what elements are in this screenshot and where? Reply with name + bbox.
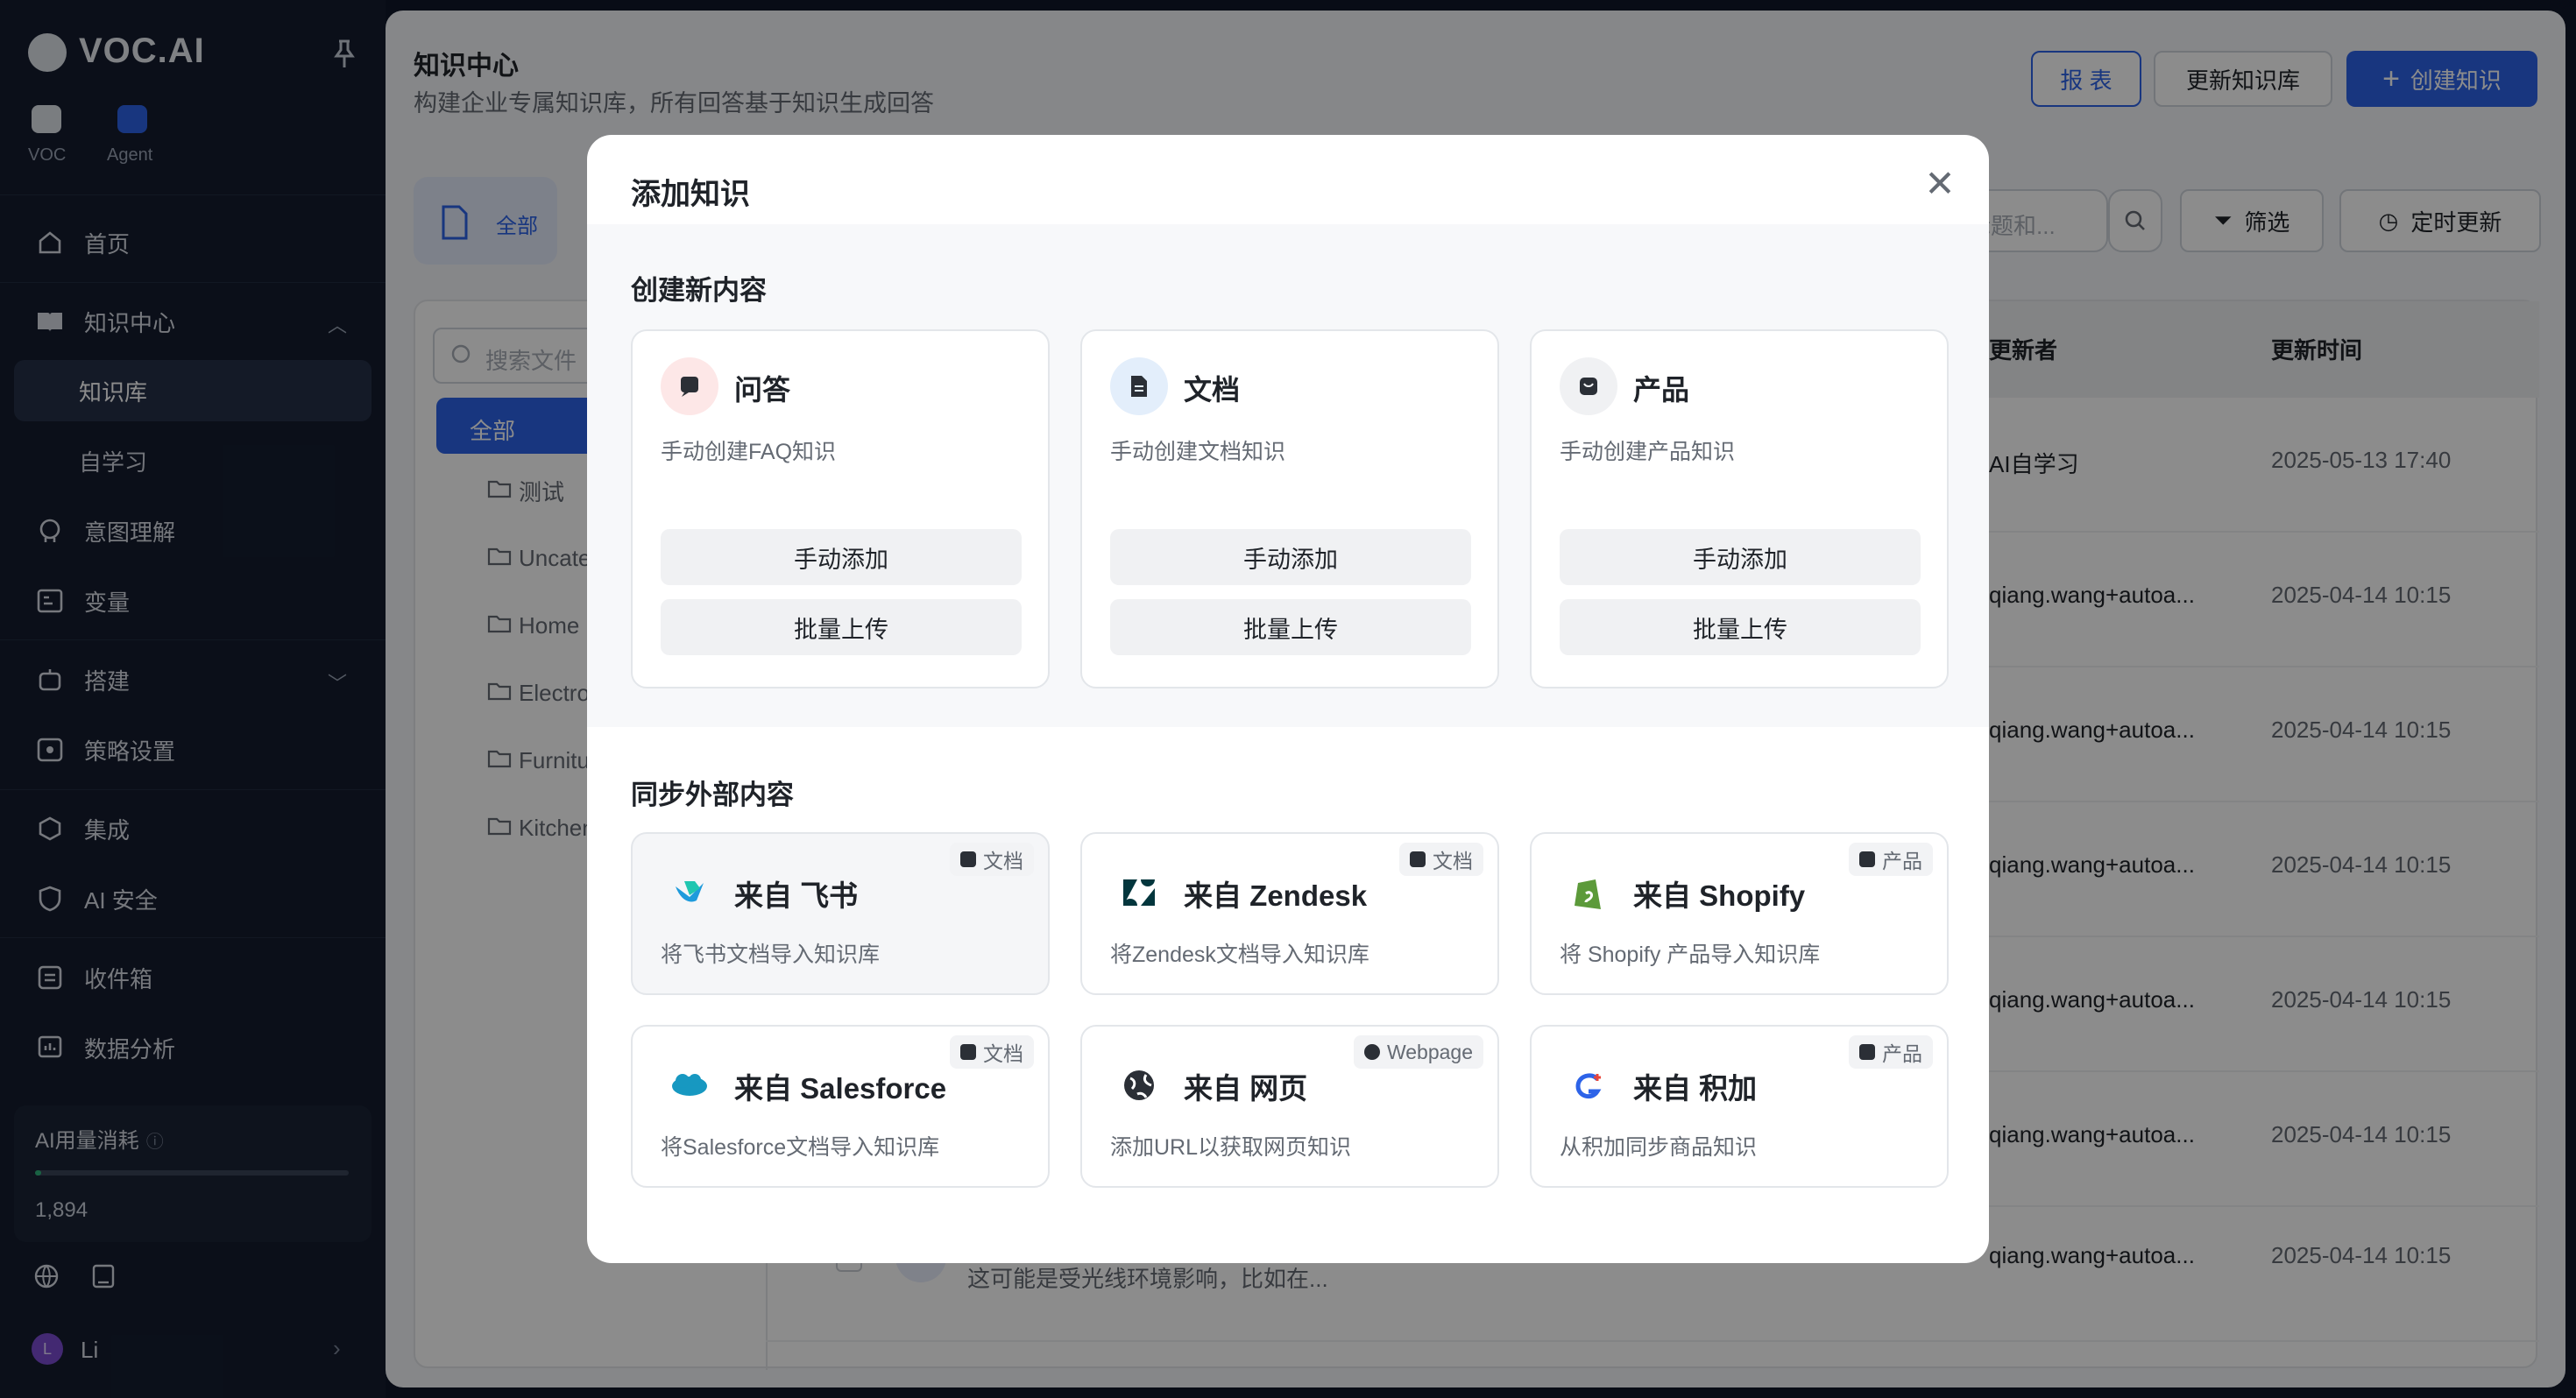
jijia-icon [1567,1063,1610,1107]
sync-card-1[interactable]: 来自 Zendesk 将Zendesk文档导入知识库 文档 [1080,832,1499,995]
sync-card-5[interactable]: 来自 积加 从积加同步商品知识 产品 [1530,1025,1949,1188]
add-knowledge-modal: 添加知识 ✕ 创建新内容 问答 手动创建FAQ知识 手动添加 批量上传 文档 手… [587,135,1989,1263]
globe-icon [1117,1063,1161,1107]
sync-card-3[interactable]: 来自 Salesforce 将Salesforce文档导入知识库 文档 [631,1025,1050,1188]
create-card-desc: 手动创建FAQ知识 [661,440,837,464]
product-icon [1560,357,1617,415]
sync-card-4[interactable]: 来自 网页 添加URL以获取网页知识 Webpage [1080,1025,1499,1188]
close-icon[interactable]: ✕ [1921,165,1959,203]
sync-card-title: 来自 Shopify [1633,879,1806,912]
manual-add-button[interactable]: 手动添加 [661,529,1022,585]
type-tag: 文档 [1399,843,1483,876]
manual-add-button[interactable]: 手动添加 [1560,529,1921,585]
create-card-desc: 手动创建产品知识 [1560,440,1736,464]
modal-title: 添加知识 [631,178,750,211]
type-tag-label: 文档 [983,850,1023,872]
create-card-title: 产品 [1633,374,1690,406]
type-tag-label: Webpage [1386,1040,1473,1063]
sync-card-title: 来自 网页 [1184,1072,1308,1105]
faq-icon [661,357,718,415]
create-card-desc: 手动创建文档知识 [1110,440,1286,464]
bulk-upload-button[interactable]: 批量上传 [1560,599,1921,655]
type-tag-label: 产品 [1882,850,1922,872]
sync-card-2[interactable]: 来自 Shopify 将 Shopify 产品导入知识库 产品 [1530,832,1949,995]
bulk-upload-button[interactable]: 批量上传 [661,599,1022,655]
sync-card-desc: 将 Shopify 产品导入知识库 [1560,943,1821,967]
sync-card-desc: 从积加同步商品知识 [1560,1135,1758,1160]
sync-card-title: 来自 飞书 [734,879,859,912]
create-card-title: 问答 [734,374,791,406]
type-tag: 文档 [950,843,1034,876]
sync-card-title: 来自 Zendesk [1184,879,1368,912]
feishu-icon [668,871,711,914]
sync-card-title: 来自 积加 [1633,1072,1758,1105]
globe-icon [1363,1044,1380,1060]
document-icon [960,851,976,867]
document-icon [1410,851,1426,867]
create-card-1: 文档 手动创建文档知识 手动添加 批量上传 [1080,329,1499,688]
sync-card-desc: 添加URL以获取网页知识 [1110,1135,1352,1160]
create-section-title: 创建新内容 [631,275,767,306]
document-icon [1110,357,1168,415]
sync-card-desc: 将Salesforce文档导入知识库 [661,1135,940,1160]
shopify-icon [1567,871,1610,914]
type-tag: 产品 [1849,1035,1933,1069]
sync-card-desc: 将Zendesk文档导入知识库 [1110,943,1369,967]
create-card-title: 文档 [1184,374,1241,406]
type-tag-label: 产品 [1882,1042,1922,1065]
sync-card-0[interactable]: 来自 飞书 将飞书文档导入知识库 文档 [631,832,1050,995]
type-tag: 文档 [950,1035,1034,1069]
sync-card-title: 来自 Salesforce [734,1072,947,1105]
document-icon [960,1044,976,1060]
create-card-0: 问答 手动创建FAQ知识 手动添加 批量上传 [631,329,1050,688]
sync-card-desc: 将飞书文档导入知识库 [661,943,881,967]
create-card-2: 产品 手动创建产品知识 手动添加 批量上传 [1530,329,1949,688]
type-tag-label: 文档 [1433,850,1473,872]
type-tag: Webpage [1353,1035,1483,1069]
product-icon [1859,851,1875,867]
type-tag: 产品 [1849,843,1933,876]
salesforce-icon [668,1063,711,1107]
manual-add-button[interactable]: 手动添加 [1110,529,1471,585]
zendesk-icon [1117,871,1161,914]
product-icon [1859,1044,1875,1060]
bulk-upload-button[interactable]: 批量上传 [1110,599,1471,655]
type-tag-label: 文档 [983,1042,1023,1065]
sync-section-title: 同步外部内容 [631,780,794,810]
